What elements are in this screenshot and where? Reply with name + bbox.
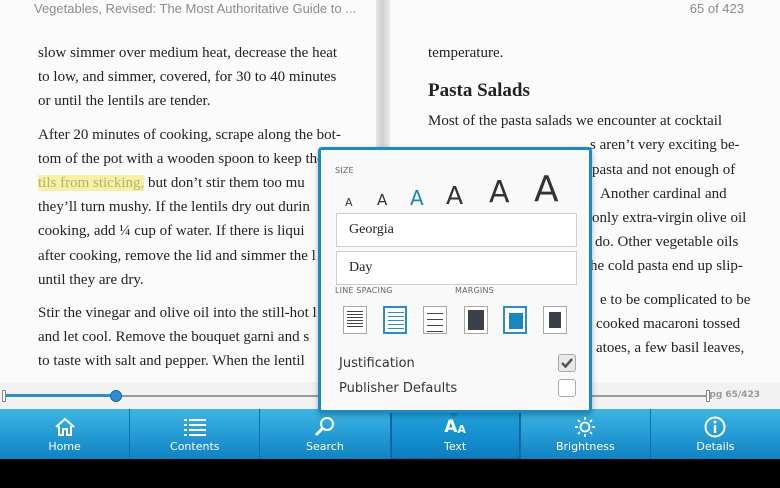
highlighted-text[interactable]: tils from sticking, — [38, 175, 145, 192]
line-spacing-medium[interactable] — [383, 306, 407, 334]
font-family-field[interactable]: Georgia — [336, 213, 577, 247]
sun-icon — [574, 416, 596, 438]
margin-medium-icon — [509, 313, 523, 329]
font-size-option-6[interactable]: A — [534, 172, 559, 208]
text-line: after cooking, remove the lid and simmer… — [38, 247, 316, 264]
progress-thumb[interactable] — [110, 390, 122, 402]
contents-label: Contents — [170, 440, 220, 453]
publisher-defaults-label: Publisher Defaults — [339, 381, 458, 396]
progress-page-label: pg 65/423 — [709, 390, 760, 400]
font-size-option-4[interactable]: A — [446, 183, 463, 208]
justification-checkbox[interactable] — [558, 354, 576, 372]
justification-label: Justification — [339, 356, 415, 371]
text-line: temperature. — [428, 45, 504, 61]
left-page-text: slow simmer over medium heat, decrease t… — [38, 41, 341, 374]
brightness-label: Brightness — [555, 440, 615, 453]
text-line: tom of the pot with a wooden spoon to ke… — [38, 150, 324, 167]
details-label: Details — [696, 440, 735, 453]
line-spacing-loose[interactable] — [423, 306, 447, 334]
line-spacing-label: LINE SPACING — [335, 286, 393, 295]
margin-medium[interactable] — [503, 306, 527, 334]
text-line: cooking, add ¼ cup of water. If there is… — [38, 223, 305, 240]
page-counter: 65 of 423 — [689, 1, 744, 16]
progress-fill — [6, 394, 116, 397]
text-line: or until the lentils are tender. — [38, 93, 211, 110]
text-line: slow simmer over medium heat, decrease t… — [38, 45, 338, 61]
info-icon — [704, 416, 726, 438]
margins-label: MARGINS — [455, 286, 494, 295]
margin-small[interactable] — [464, 306, 488, 334]
publisher-defaults-checkbox[interactable] — [558, 379, 576, 397]
theme-field[interactable]: Day — [336, 251, 577, 285]
system-bar — [0, 459, 780, 488]
font-size-option-5[interactable]: A — [489, 178, 510, 208]
line-spacing-tight[interactable] — [343, 306, 367, 334]
home-label: Home — [48, 440, 81, 453]
text-label: Text — [443, 440, 467, 453]
text-line: to taste with salt and pepper. When the … — [38, 353, 305, 370]
search-icon — [314, 416, 336, 438]
text-line: tils from sticking, but don’t stir them … — [38, 175, 305, 192]
medium-lines-icon — [388, 312, 404, 330]
search-label: Search — [306, 440, 344, 453]
font-size-option-2[interactable]: A — [377, 193, 387, 208]
checkmark-icon — [561, 358, 573, 369]
list-icon — [183, 416, 206, 438]
font-size-selector: A A A A A A — [339, 172, 575, 209]
search-button[interactable]: Search — [260, 409, 391, 459]
text-line: Most of the pasta salads we encounter at… — [428, 113, 723, 130]
text-size-icon: AA — [444, 417, 466, 437]
text-line: they’ll turn mushy. If the lentils dry o… — [38, 199, 310, 216]
font-size-option-1[interactable]: A — [345, 197, 353, 208]
home-button[interactable]: Home — [0, 409, 131, 459]
home-icon — [54, 416, 76, 438]
margin-large-icon — [549, 312, 561, 328]
section-heading: Pasta Salads — [428, 80, 530, 102]
brightness-button[interactable]: Brightness — [521, 409, 651, 459]
text-line: After 20 minutes of cooking, scrape alon… — [38, 126, 341, 143]
text-line: Stir the vinegar and olive oil into the … — [38, 305, 317, 322]
text-line: until they are dry. — [38, 271, 144, 288]
tight-lines-icon — [347, 311, 363, 329]
bottom-toolbar: Home Contents Search AA Text Brightness … — [0, 409, 780, 459]
margin-large[interactable] — [543, 306, 567, 334]
loose-lines-icon — [427, 311, 443, 332]
details-button[interactable]: Details — [651, 409, 780, 459]
text-line: to low, and simmer, covered, for 30 to 4… — [38, 69, 337, 86]
text-settings-popup: SIZE A A A A A A Georgia Day LINE SPACIN… — [318, 147, 592, 413]
contents-button[interactable]: Contents — [130, 409, 261, 459]
book-title: Vegetables, Revised: The Most Authoritat… — [34, 1, 357, 16]
text-line: and let cool. Remove the bouquet garni a… — [38, 329, 310, 346]
margin-small-icon — [468, 310, 484, 330]
font-size-option-3[interactable]: A — [410, 188, 424, 208]
